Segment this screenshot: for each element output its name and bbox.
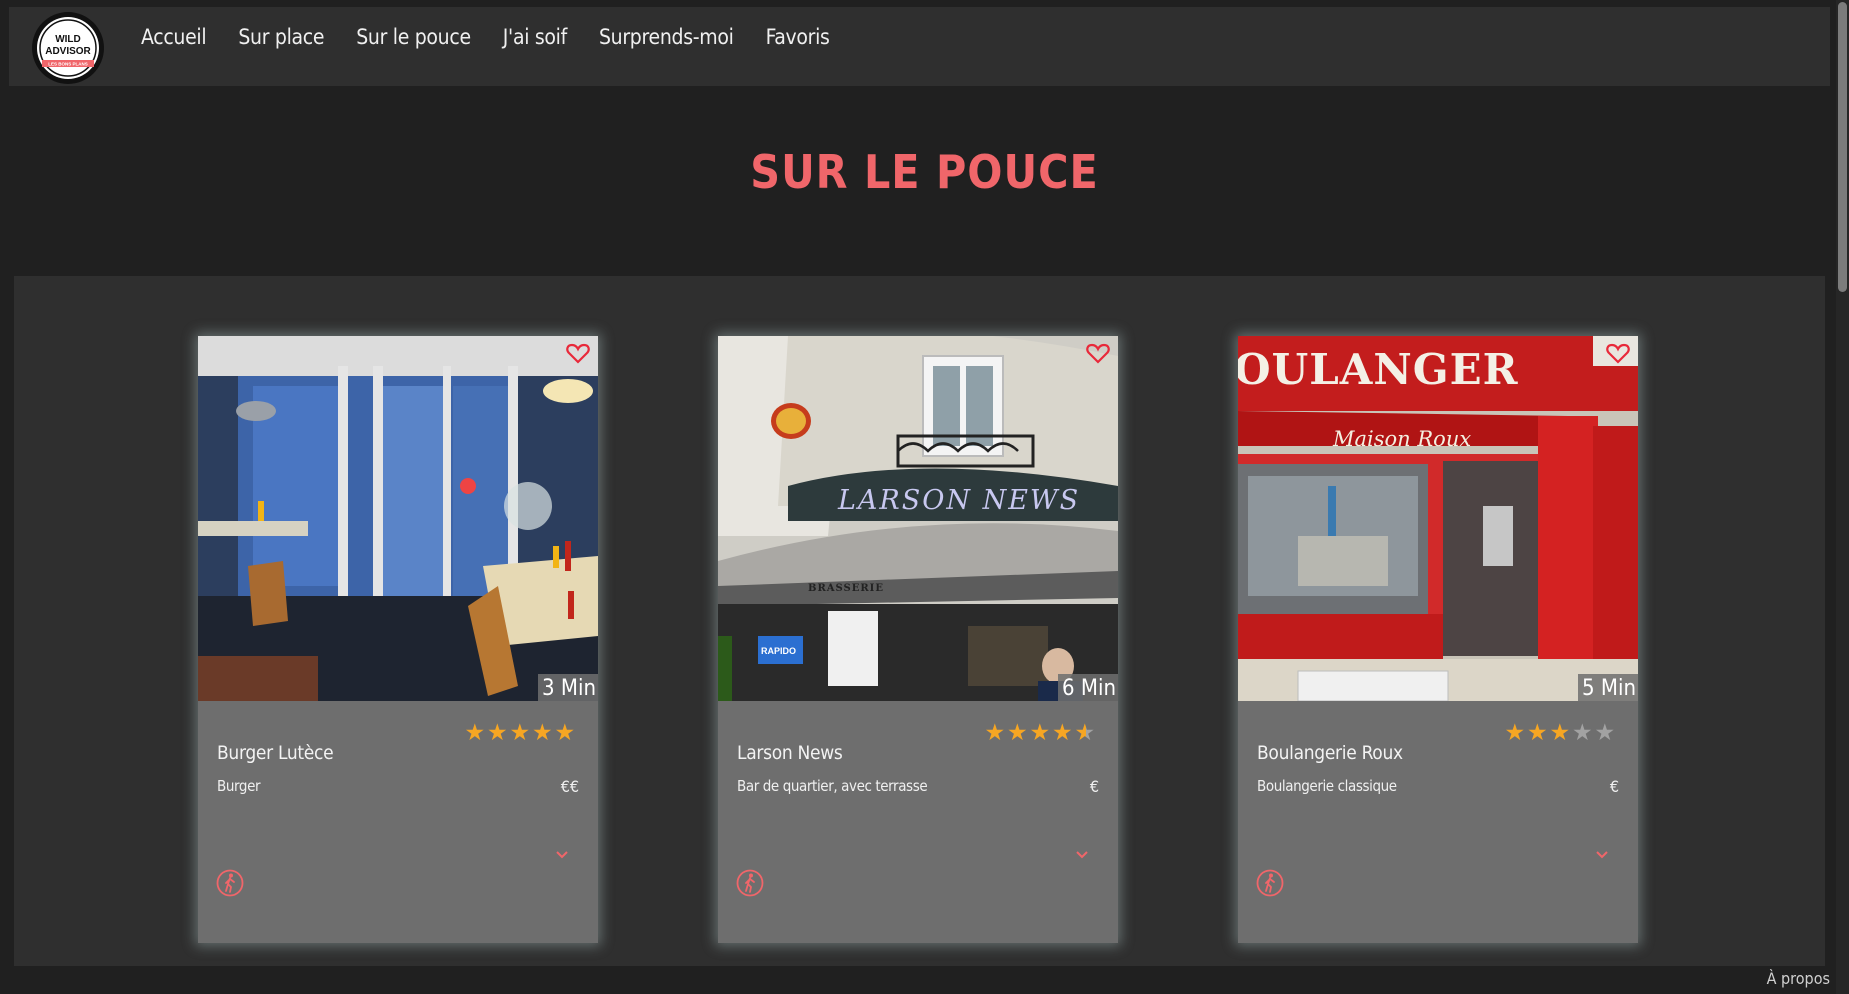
star-icon: ★ [1504,719,1526,745]
walking-time-badge: 5 Min [1577,674,1638,701]
walking-icon [736,869,764,897]
restaurant-description: Bar de quartier, avec terrasse [737,777,928,795]
svg-text:ADVISOR: ADVISOR [45,46,91,57]
svg-text:OULANGER: OULANGER [1238,345,1519,394]
favorite-heart-icon[interactable] [566,342,590,364]
nav-surprends-moi[interactable]: Surprends-moi [599,25,734,49]
restaurant-description: Boulangerie classique [1257,777,1397,795]
star-icon: ★ [1029,719,1051,745]
nav-sur-le-pouce[interactable]: Sur le pouce [356,25,471,49]
empty-star-icon: ★ [1571,719,1593,745]
restaurant-photo: LARSON NEWS BRASSERIE RAPIDO 6 Min [718,336,1118,701]
restaurant-description: Burger [217,777,261,795]
restaurant-name: Burger Lutèce [217,742,334,764]
star-icon: ★ [1006,719,1028,745]
svg-text:LES BONS PLANS: LES BONS PLANS [48,62,88,67]
main-nav: Accueil Sur place Sur le pouce J'ai soif… [141,25,862,49]
nav-accueil[interactable]: Accueil [141,25,207,49]
restaurant-photo: 3 Min [198,336,598,701]
restaurant-name: Larson News [737,742,843,764]
chevron-down-icon[interactable] [554,849,570,861]
walking-time-badge: 6 Min [1057,674,1118,701]
restaurant-card[interactable]: 3 Min ★ ★ ★ ★ ★ Burger Lutèce Burger €€ [198,336,598,943]
chevron-down-icon[interactable] [1074,849,1090,861]
svg-text:Maison Roux: Maison Roux [1332,427,1471,451]
restaurant-photo: OULANGER Maison Roux 5 Min [1238,336,1638,701]
svg-text:RAPIDO: RAPIDO [761,646,796,656]
about-link[interactable]: À propos [1767,969,1830,988]
chevron-down-icon[interactable] [1594,849,1610,861]
walking-icon [1256,869,1284,897]
favorite-heart-icon[interactable] [1086,342,1110,364]
price-level: € [1089,777,1099,796]
star-rating: ★ ★ ★ ★ ★ [1504,719,1617,745]
wild-advisor-logo[interactable]: WILD ADVISOR LES BONS PLANS [30,10,106,86]
star-icon: ★ [1549,719,1571,745]
star-icon: ★ [1051,719,1073,745]
star-rating: ★ ★ ★ ★ ★ [984,719,1097,745]
empty-star-icon: ★ [1594,719,1616,745]
favorite-heart-icon[interactable] [1606,342,1630,364]
price-level: €€ [560,777,579,796]
star-icon: ★ [984,719,1006,745]
page: WILD ADVISOR LES BONS PLANS Accueil Sur … [0,0,1849,994]
scrollbar-thumb[interactable] [1838,2,1847,292]
half-star-icon: ★ [1074,719,1096,745]
star-icon: ★ [486,719,508,745]
price-level: € [1609,777,1619,796]
star-icon: ★ [464,719,486,745]
nav-jai-soif[interactable]: J'ai soif [503,25,567,49]
page-title: SUR LE POUCE [750,145,1099,199]
restaurant-card[interactable]: OULANGER Maison Roux 5 Min ★ ★ ★ ★ ★ Bou… [1238,336,1638,943]
star-icon: ★ [509,719,531,745]
svg-text:WILD: WILD [55,34,81,45]
nav-favoris[interactable]: Favoris [766,25,830,49]
navbar: WILD ADVISOR LES BONS PLANS Accueil Sur … [9,7,1830,86]
svg-text:BRASSERIE: BRASSERIE [808,583,884,594]
star-icon: ★ [1526,719,1548,745]
star-icon: ★ [554,719,576,745]
scrollbar[interactable] [1836,0,1849,994]
restaurant-card[interactable]: LARSON NEWS BRASSERIE RAPIDO 6 Min ★ ★ ★… [718,336,1118,943]
restaurant-name: Boulangerie Roux [1257,742,1403,764]
nav-sur-place[interactable]: Sur place [238,25,324,49]
star-icon: ★ [531,719,553,745]
svg-text:LARSON NEWS: LARSON NEWS [837,485,1080,516]
walking-time-badge: 3 Min [537,674,598,701]
star-rating: ★ ★ ★ ★ ★ [464,719,577,745]
walking-icon [216,869,244,897]
